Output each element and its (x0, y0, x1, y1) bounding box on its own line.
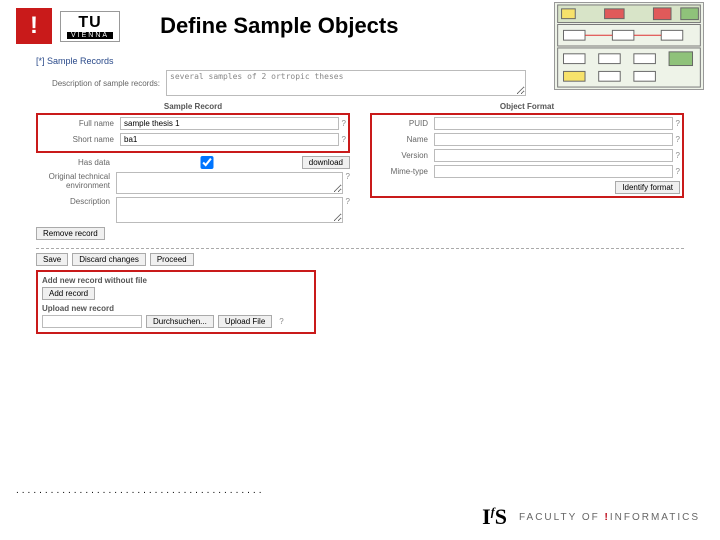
divider (36, 248, 684, 249)
help-icon[interactable]: ? (676, 167, 680, 176)
upload-title: Upload new record (42, 304, 310, 313)
ifs-logo: IfS (482, 504, 507, 530)
shortname-input[interactable] (120, 133, 339, 146)
browse-button[interactable]: Durchsuchen... (146, 315, 214, 328)
help-icon[interactable]: ? (676, 119, 680, 128)
help-icon[interactable]: ? (676, 135, 680, 144)
remove-record-button[interactable]: Remove record (36, 227, 105, 240)
help-icon[interactable]: ? (279, 317, 283, 326)
hasdata-label: Has data (36, 158, 116, 167)
help-icon[interactable]: ? (342, 119, 346, 128)
shortname-label: Short name (40, 135, 120, 144)
workflow-diagram (554, 2, 704, 90)
upload-path-input[interactable] (42, 315, 142, 328)
tu-text: TU (67, 14, 113, 32)
help-icon[interactable]: ? (346, 172, 350, 181)
addnew-title: Add new record without file (42, 276, 310, 285)
page-title: Define Sample Objects (160, 13, 398, 39)
description2-label: Description (36, 197, 116, 206)
object-format-header: Object Format (370, 102, 684, 111)
origenv-input[interactable] (116, 172, 343, 194)
help-icon[interactable]: ? (676, 151, 680, 160)
proceed-button[interactable]: Proceed (150, 253, 194, 266)
description2-input[interactable] (116, 197, 343, 223)
puid-label: PUID (374, 119, 434, 128)
help-icon[interactable]: ? (342, 135, 346, 144)
identify-format-button[interactable]: Identify format (615, 181, 680, 194)
dots-decoration: ........................................… (16, 485, 264, 496)
logo-tu-vienna: TU VIENNA (60, 11, 120, 42)
desc-label: Description of sample records: (36, 79, 166, 88)
version-input[interactable] (434, 149, 673, 162)
mime-input[interactable] (434, 165, 673, 178)
download-button[interactable]: download (302, 156, 350, 169)
hasdata-checkbox[interactable] (116, 156, 298, 169)
logo-excl: ! (16, 8, 52, 44)
faculty-text: FACULTY OF !INFORMATICS (519, 512, 700, 523)
sample-record-header: Sample Record (36, 102, 350, 111)
add-record-button[interactable]: Add record (42, 287, 95, 300)
save-button[interactable]: Save (36, 253, 68, 266)
mime-label: Mime-type (374, 167, 434, 176)
sample-record-box: Full name ? Short name ? (36, 113, 350, 153)
fullname-label: Full name (40, 119, 120, 128)
discard-button[interactable]: Discard changes (72, 253, 146, 266)
fullname-input[interactable] (120, 117, 339, 130)
puid-input[interactable] (434, 117, 673, 130)
help-icon[interactable]: ? (346, 197, 350, 206)
version-label: Version (374, 151, 434, 160)
description-input[interactable]: several samples of 2 ortropic theses (166, 70, 526, 96)
origenv-label: Original technical environment (36, 172, 116, 190)
object-format-box: PUID ? Name ? Version ? Mime-type (370, 113, 684, 198)
add-upload-box: Add new record without file Add record U… (36, 270, 316, 334)
name-label: Name (374, 135, 434, 144)
name-input[interactable] (434, 133, 673, 146)
upload-file-button[interactable]: Upload File (218, 315, 272, 328)
vienna-text: VIENNA (67, 32, 113, 39)
